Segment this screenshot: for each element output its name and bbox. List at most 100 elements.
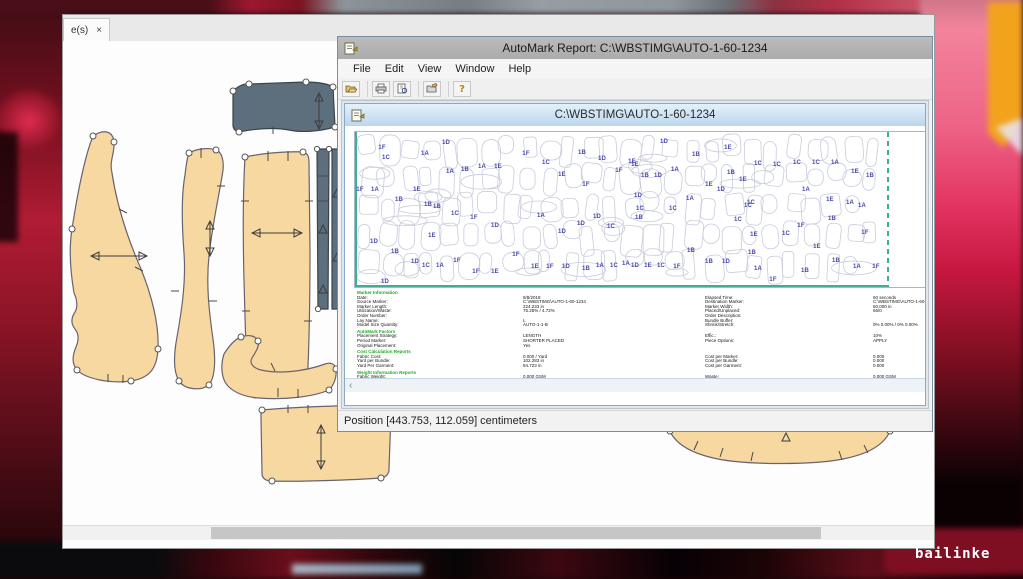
pattern-piece-left[interactable] <box>69 132 161 384</box>
nest-piece-label: 1C <box>607 224 615 230</box>
nest-piece-label: 1B <box>641 173 649 179</box>
nest-piece-label: 1E <box>631 162 639 168</box>
nest-piece-label: 1B <box>801 268 809 274</box>
nest-piece-label: 1B <box>828 216 836 222</box>
pattern-piece-middle[interactable] <box>171 147 225 389</box>
nest-piece-label: 1A <box>371 187 379 193</box>
svg-text:?: ? <box>459 84 465 94</box>
nest-piece-label: 1E <box>491 269 499 275</box>
nest-piece-label: 1A <box>622 261 630 267</box>
nest-piece-label: 1B <box>748 250 756 256</box>
nest-piece-label: 1B <box>433 204 441 210</box>
toolbar-separator <box>415 81 419 97</box>
report-menu-bar: FileEditViewWindowHelp <box>338 59 932 79</box>
nest-piece-label: 1C <box>744 203 752 209</box>
nest-piece-label: 1E <box>739 177 747 183</box>
nest-piece-label: 1F <box>472 269 479 275</box>
nest-piece-label: 1A <box>478 164 486 170</box>
nest-piece-label: 1E <box>826 197 834 203</box>
child-title-bar[interactable]: C:\WBSTIMG\AUTO-1-60-1234 <box>345 104 925 127</box>
report-row: Model Size Quantity:AUTO-1-1-BShrink/Str… <box>345 323 925 328</box>
nest-piece-label: 1D <box>558 229 566 235</box>
nest-piece-labels: 1F 1D 1A 1C 1F 1C 1B 1D 1A 1B 1A 1E 1F 1E 1E 1F 1A 1E 1F 1B… <box>355 132 925 287</box>
pattern-piece-strip-1[interactable] <box>314 146 331 311</box>
background-bottom-sliver <box>292 564 422 574</box>
marker-nest-view[interactable]: 1F 1D 1A 1C 1F 1C 1B 1D 1A 1B 1A 1E 1F 1E 1E 1F 1A 1E 1F 1B… <box>354 131 925 288</box>
nest-piece-label: 1D <box>370 239 378 245</box>
child-window-title: C:\WBSTIMG\AUTO-1-60-1234 <box>345 109 925 121</box>
tab-close-icon[interactable]: × <box>96 25 102 36</box>
document-tab[interactable]: e(s) × <box>63 18 110 42</box>
background-dashboard <box>0 0 1023 14</box>
nest-piece-label: 1F <box>615 168 622 174</box>
print-preview-icon[interactable] <box>393 81 411 97</box>
nest-piece-label: 1A <box>846 200 854 206</box>
nest-piece-label: 1B <box>391 249 399 255</box>
nest-piece-label: 1C <box>734 217 742 223</box>
help-icon[interactable]: ? <box>453 81 471 97</box>
background-left-seat <box>0 0 70 579</box>
report-toolbar: ? <box>338 78 932 100</box>
menu-help[interactable]: Help <box>501 61 538 77</box>
nest-piece-label: 1B <box>727 170 735 176</box>
nest-piece-label: 1B <box>578 150 586 156</box>
export-icon[interactable] <box>423 81 441 97</box>
pattern-piece-ellipse[interactable] <box>667 428 893 464</box>
nest-piece-label: 1B <box>424 202 432 208</box>
nest-piece-label: 1D <box>722 259 730 265</box>
scroll-left-icon[interactable]: ‹ <box>349 381 352 391</box>
report-field-label: Original Placement: <box>357 344 396 349</box>
background-shadow <box>0 132 18 242</box>
nest-piece-label: 1A <box>754 266 762 272</box>
toolbar-separator <box>445 81 449 97</box>
pattern-piece-dark-top[interactable] <box>230 79 338 135</box>
nest-piece-label: 1A <box>853 264 861 270</box>
nest-piece-label: 1D <box>491 223 499 229</box>
nest-piece-label: 1D <box>634 193 642 199</box>
nest-piece-label: 1B <box>395 197 403 203</box>
child-horizontal-scrollbar[interactable]: ‹ <box>345 378 925 392</box>
menu-view[interactable]: View <box>411 61 449 77</box>
nest-piece-label: 1F <box>522 151 529 157</box>
nest-piece-label: 1F <box>861 230 868 236</box>
nest-piece-label: 1A <box>858 203 866 209</box>
toolbar-separator <box>364 81 368 97</box>
report-row: Original Placement: Yes <box>345 344 925 349</box>
nest-piece-label: 1E <box>558 172 566 178</box>
canvas-horizontal-scrollbar[interactable] <box>63 525 934 540</box>
report-row: Yard Per Garment:84.723 inCost per Garme… <box>345 364 925 369</box>
tab-label: e(s) <box>71 25 88 36</box>
child-window-body: 1F 1D 1A 1C 1F 1C 1B 1D 1A 1B 1A 1E 1F 1E 1E 1F 1A 1E 1F 1B… <box>345 126 925 392</box>
nest-piece-label: 1C <box>669 206 677 212</box>
nest-piece-label: 1D <box>577 221 585 227</box>
nest-piece-label: 1F <box>769 277 776 283</box>
nest-piece-label: 1D <box>598 156 606 162</box>
pattern-piece-right-panel[interactable] <box>241 149 313 398</box>
print-icon[interactable] <box>372 81 390 97</box>
report-field-value: Yes <box>523 344 530 349</box>
menu-edit[interactable]: Edit <box>378 61 411 77</box>
report-field-value: 0.000 <box>873 364 884 369</box>
nest-piece-label: 1F <box>470 215 477 221</box>
nest-piece-label: 1D <box>411 259 419 265</box>
nest-piece-label: 1E <box>531 264 539 270</box>
nest-piece-label: 1F <box>872 264 879 270</box>
nest-piece-label: 1C <box>754 161 762 167</box>
nest-piece-label: 1A <box>802 187 810 193</box>
report-window-title: AutoMark Report: C:\WBSTIMG\AUTO-1-60-12… <box>338 41 932 55</box>
menu-file[interactable]: File <box>346 61 378 77</box>
nest-piece-label: 1B <box>705 259 713 265</box>
nest-piece-label: 1C <box>382 155 390 161</box>
nest-piece-label: 1C <box>451 211 459 217</box>
nest-piece-label: 1D <box>593 214 601 220</box>
canvas-scrollbar-thumb[interactable] <box>211 527 821 539</box>
nest-piece-label: 1E <box>494 164 502 170</box>
nest-piece-label: 1B <box>687 248 695 254</box>
report-field-label: Cost per Garment: <box>705 364 742 369</box>
menu-window[interactable]: Window <box>448 61 501 77</box>
nest-piece-label: 1A <box>686 196 694 202</box>
report-title-bar[interactable]: AutoMark Report: C:\WBSTIMG\AUTO-1-60-12… <box>338 37 932 59</box>
nest-piece-label: 1A <box>421 151 429 157</box>
open-icon[interactable] <box>342 81 360 97</box>
nest-piece-label: 1F <box>512 252 519 258</box>
